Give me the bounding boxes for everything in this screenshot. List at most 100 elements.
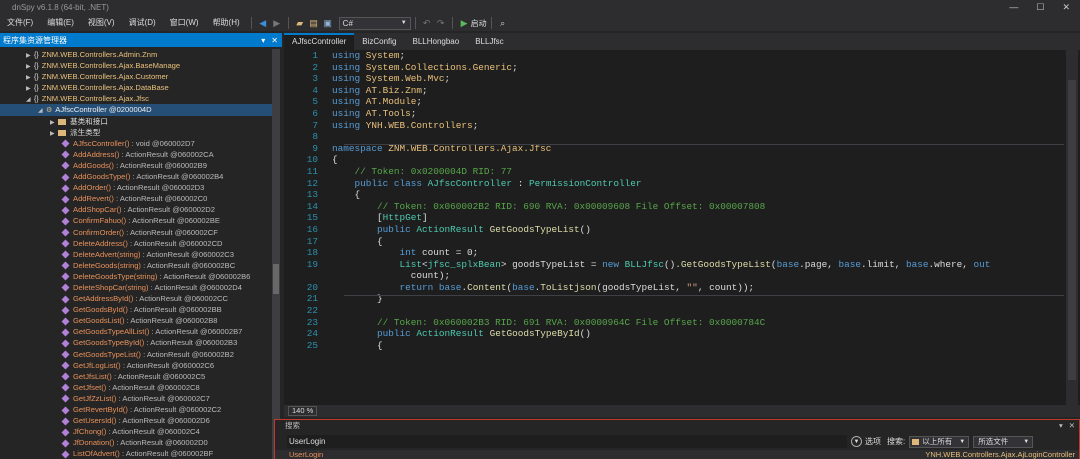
tree-method[interactable]: AddRevert() : ActionResult @060002C0 — [0, 193, 272, 204]
back-icon[interactable]: ◀ — [256, 16, 270, 30]
tree-folder[interactable]: ▶ 派生类型 — [0, 127, 272, 138]
tab-bizconfig[interactable]: BizConfig — [354, 33, 404, 50]
tree-method[interactable]: GetAddressById() : ActionResult @060002C… — [0, 293, 272, 304]
method-icon — [61, 439, 70, 448]
redo-icon[interactable]: ↷ — [434, 16, 448, 30]
code-token: using — [332, 119, 361, 131]
forward-icon[interactable]: ▶ — [270, 16, 284, 30]
tree-method[interactable]: DeleteGoods(string) : ActionResult @0600… — [0, 260, 272, 271]
tree-method[interactable]: JfDonation() : ActionResult @060002D0 — [0, 437, 272, 448]
tree-method[interactable]: DeleteAdvert(string) : ActionResult @060… — [0, 249, 272, 260]
tree-method[interactable]: DeleteShopCar(string) : ActionResult @06… — [0, 282, 272, 293]
code-line: 17 { — [284, 236, 1066, 248]
minimize-button[interactable]: — — [1009, 2, 1018, 13]
tree-method[interactable]: GetGoodsList() : ActionResult @060002B8 — [0, 315, 272, 326]
save-icon[interactable]: ▣ — [321, 16, 335, 30]
tree-method[interactable]: ConfirmFahuo() : ActionResult @060002BE — [0, 215, 272, 226]
scrollbar-thumb[interactable] — [1068, 80, 1076, 380]
tree-method[interactable]: GetGoodsTypeList() : ActionResult @06000… — [0, 349, 272, 360]
tree-namespace[interactable]: ▶{} ZNM.WEB.Controllers.Admin.Znm — [0, 49, 272, 60]
code-token: base — [838, 258, 861, 270]
search-result-row[interactable]: UserLogin YNH.WEB.Controllers.Ajax.AjLog… — [275, 450, 1079, 459]
tree-method[interactable]: ConfirmOrder() : ActionResult @060002CF — [0, 227, 272, 238]
close-icon[interactable]: ✕ — [1069, 421, 1075, 430]
tree-method[interactable]: AddGoods() : ActionResult @060002B9 — [0, 160, 272, 171]
tree-method[interactable]: GetRevertById() : ActionResult @060002C2 — [0, 404, 272, 415]
tree-method[interactable]: GetJfLogList() : ActionResult @060002C6 — [0, 360, 272, 371]
tree-method[interactable]: GetJfset() : ActionResult @060002C8 — [0, 382, 272, 393]
method-icon — [61, 328, 70, 337]
close-button[interactable]: ✕ — [1062, 2, 1070, 13]
tree-method[interactable]: AddShopCar() : ActionResult @060002D2 — [0, 204, 272, 215]
menu-edit[interactable]: 编辑(E) — [40, 15, 81, 31]
tree-method[interactable]: AddGoodsType() : ActionResult @060002B4 — [0, 171, 272, 182]
menu-file[interactable]: 文件(F) — [0, 15, 40, 31]
tree-method[interactable]: AddAddress() : ActionResult @060002CA — [0, 149, 272, 160]
line-number: 7 — [312, 119, 318, 131]
code-token: ActionResult — [416, 223, 484, 235]
method-icon — [61, 161, 70, 170]
search-icon[interactable]: ⌕ — [496, 16, 510, 30]
tree-class-selected[interactable]: ◢ ⚙ AJfscController @0200004D — [0, 104, 272, 116]
start-debug-button[interactable]: ▶ 启动 — [461, 18, 487, 29]
tree-method[interactable]: GetUsersId() : ActionResult @060002D6 — [0, 415, 272, 426]
tree-namespace[interactable]: ▶{} ZNM.WEB.Controllers.Ajax.DataBase — [0, 82, 272, 93]
code-scrollbar[interactable] — [1066, 50, 1078, 405]
pin-icon[interactable]: ▾ — [1059, 421, 1063, 430]
pin-icon[interactable]: ▾ — [261, 36, 265, 45]
tree-method[interactable]: GetGoodsTypeById() : ActionResult @06000… — [0, 337, 272, 348]
tree-method[interactable]: GetGoodsById() : ActionResult @060002BB — [0, 304, 272, 315]
search-target-select[interactable]: 所选文件 ▼ — [973, 435, 1034, 448]
tree-method[interactable]: DeleteGoodsType(string) : ActionResult @… — [0, 271, 272, 282]
tab-bllhongbao[interactable]: BLLHongbao — [405, 33, 468, 50]
tree-method[interactable]: AddOrder() : ActionResult @060002D3 — [0, 182, 272, 193]
tree-folder[interactable]: ▶ 基类和接口 — [0, 116, 272, 127]
undo-icon[interactable]: ↶ — [420, 16, 434, 30]
method-name: JfDonation() — [73, 438, 115, 448]
tree-namespace[interactable]: ▶{} ZNM.WEB.Controllers.Ajax.Customer — [0, 71, 272, 82]
code-line: 10 { — [284, 154, 1066, 166]
search-scope-select[interactable]: 以上所有 ▼ — [909, 435, 970, 448]
method-signature: : ActionResult @060002B4 — [130, 172, 224, 182]
menu-help[interactable]: 帮助(H) — [206, 15, 247, 31]
method-icon — [61, 317, 70, 326]
tab-blljfsc[interactable]: BLLJfsc — [467, 33, 511, 50]
language-select[interactable]: C# ▼ — [338, 16, 411, 30]
method-icon — [61, 428, 70, 437]
scope-value: 以上所有 — [922, 437, 953, 446]
close-icon[interactable]: ✕ — [271, 36, 278, 45]
line-number: 18 — [306, 247, 318, 259]
tree-method[interactable]: GetGoodsTypeAllList() : ActionResult @06… — [0, 326, 272, 337]
open-list-icon[interactable]: ▤ — [307, 16, 321, 30]
line-number: 8 — [312, 131, 318, 143]
scrollbar-thumb[interactable] — [273, 264, 279, 294]
tree-namespace[interactable]: ◢{} ZNM.WEB.Controllers.Ajax.Jfsc — [0, 93, 272, 104]
code-line: 14 // Token: 0x060002B2 RID: 690 RVA: 0x… — [284, 201, 1066, 213]
options-button[interactable]: ▼ 选项 — [851, 436, 881, 447]
tab-ajfsccontroller[interactable]: AJfscController — [284, 33, 355, 50]
method-name: GetGoodsTypeAllList() — [73, 327, 150, 337]
play-icon: ▶ — [460, 17, 468, 28]
zoom-level[interactable]: 140 % — [288, 406, 318, 416]
tree-method[interactable]: GetJfsList() : ActionResult @060002C5 — [0, 371, 272, 382]
code-view[interactable]: 1 using System; 2 using System.Collections.… — [284, 50, 1066, 405]
menu-window[interactable]: 窗口(W) — [163, 15, 206, 31]
tree-method[interactable]: AJfscController() : void @060002D7 — [0, 138, 272, 149]
tree-method[interactable]: DeleteAddress() : ActionResult @060002CD — [0, 238, 272, 249]
tree-method[interactable]: JfChong() : ActionResult @060002C4 — [0, 426, 272, 437]
method-signature: : ActionResult @060002B8 — [124, 316, 218, 326]
open-file-icon[interactable]: ▰ — [293, 16, 307, 30]
code-token: { — [332, 235, 383, 247]
tree-namespace[interactable]: ▶{} ZNM.WEB.Controllers.Ajax.BaseManage — [0, 60, 272, 71]
menu-view[interactable]: 视图(V) — [81, 15, 122, 31]
method-list: AJfscController() : void @060002D7 AddAdd… — [0, 138, 272, 459]
search-input[interactable] — [287, 435, 847, 448]
explorer-scrollbar[interactable] — [272, 49, 280, 459]
tree-method[interactable]: ListOfAdvert() : ActionResult @060002BF — [0, 448, 272, 459]
namespace-icon: {} — [34, 85, 39, 93]
method-name: GetUsersId() — [73, 416, 117, 426]
restore-button[interactable]: ☐ — [1036, 2, 1044, 13]
menu-debug[interactable]: 调试(D) — [122, 15, 163, 31]
tree-method[interactable]: GetJfZzList() : ActionResult @060002C7 — [0, 393, 272, 404]
